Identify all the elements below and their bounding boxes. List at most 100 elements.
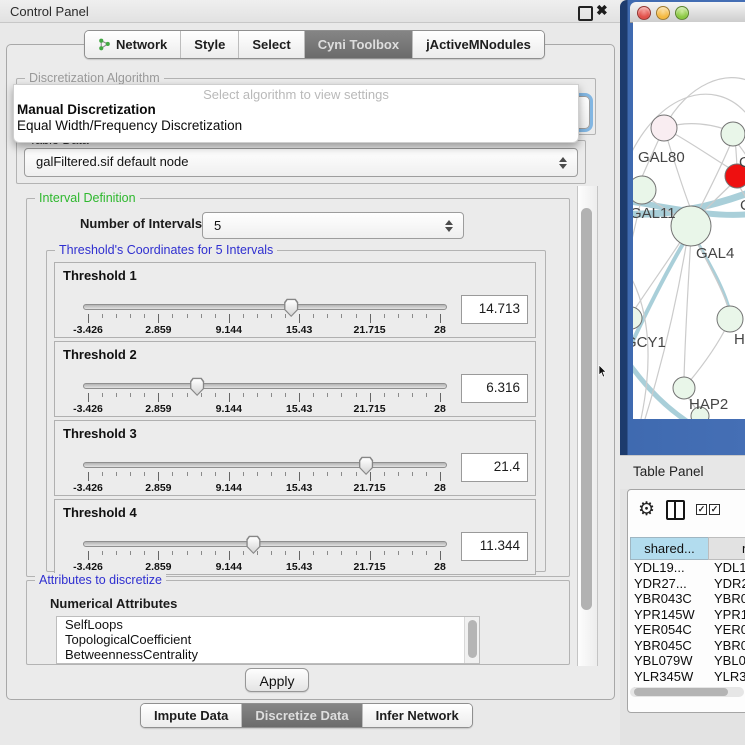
slider-track[interactable]	[83, 462, 447, 468]
scrollbar-thumb[interactable]	[581, 208, 592, 610]
network-graph[interactable]: GAL80GACGAL11GAL4GCY1HAHAP2	[633, 22, 745, 419]
tab-infer-network[interactable]: Infer Network	[362, 704, 472, 727]
network-window-titlebar[interactable]	[630, 2, 745, 23]
close-icon[interactable]: ✖	[596, 2, 608, 19]
table-toolbar: ⚙ ✓ ✓	[628, 490, 745, 534]
horizontal-scrollbar[interactable]	[630, 687, 744, 697]
checkbox-icon[interactable]: ✓	[696, 504, 707, 515]
tab-label: Style	[194, 37, 225, 52]
slider-track[interactable]	[83, 383, 447, 389]
list-scrollbar-thumb[interactable]	[468, 620, 477, 658]
algorithm-popup: Select algorithm to view settings Manual…	[13, 84, 579, 143]
list-item[interactable]: SelfLoops	[57, 617, 479, 632]
column-header-name[interactable]: na	[708, 537, 745, 560]
list-item[interactable]: TopologicalCoefficient	[57, 632, 479, 647]
settings-scrollbar[interactable]	[577, 186, 598, 666]
tab-jactivemnodules[interactable]: jActiveMNodules	[412, 31, 544, 58]
slider-tick-labels: -3.4262.8599.14415.4321.71528	[88, 561, 440, 573]
top-tab-bar: Network Style Select Cyni Toolbox jActiveMNo…	[84, 30, 545, 59]
threshold-slider[interactable]: -3.4262.8599.14415.4321.71528	[83, 538, 445, 568]
threshold-panel: Threshold 3 -3.4262.8599.14415.4321.7152…	[54, 420, 536, 496]
list-item[interactable]: BetweennessCentrality	[57, 647, 479, 662]
cell-shared-name: YBL079W	[634, 653, 707, 668]
threshold-value-field[interactable]: 11.344	[461, 532, 528, 561]
tab-network[interactable]: Network	[85, 31, 180, 58]
tab-label: Select	[252, 37, 290, 52]
threshold-value-field[interactable]: 6.316	[461, 374, 528, 403]
slider-track[interactable]	[83, 541, 447, 547]
network-node[interactable]	[717, 306, 743, 332]
network-view-window: GAL80GACGAL11GAL4GCY1HAHAP2	[620, 0, 745, 455]
network-canvas[interactable]: GAL80GACGAL11GAL4GCY1HAHAP2	[633, 22, 745, 419]
table-row[interactable]: YBL079W YBL0	[630, 653, 745, 669]
threshold-panel: Threshold 1 -3.4262.8599.14415.4321.7152…	[54, 262, 536, 338]
threshold-value-field[interactable]: 14.713	[461, 295, 528, 324]
close-traffic-light[interactable]	[637, 6, 651, 20]
tab-style[interactable]: Style	[180, 31, 238, 58]
apply-button[interactable]: Apply	[245, 668, 309, 692]
threshold-slider[interactable]: -3.4262.8599.14415.4321.71528	[83, 301, 445, 331]
horizontal-scrollbar-thumb[interactable]	[634, 688, 728, 696]
table-row[interactable]: YLR345WYLR3	[630, 669, 745, 685]
threshold-label: Threshold 4	[63, 505, 137, 520]
cell-name: YBL0	[714, 653, 745, 668]
table-data-combo[interactable]: galFiltered.sif default node	[24, 148, 578, 177]
popup-option[interactable]: Manual Discretization	[17, 102, 156, 118]
tab-label: jActiveMNodules	[426, 37, 531, 52]
slider-tick-labels: -3.4262.8599.14415.4321.71528	[88, 403, 440, 415]
panel-title: Control Panel	[10, 4, 89, 19]
cell-name: YPR1	[714, 607, 745, 622]
combo-arrows-icon	[445, 220, 454, 232]
gear-icon[interactable]: ⚙	[638, 498, 655, 521]
threshold-slider[interactable]: -3.4262.8599.14415.4321.71528	[83, 459, 445, 489]
list-scrollbar[interactable]	[464, 617, 479, 663]
network-node[interactable]	[721, 122, 745, 146]
cell-shared-name: YBR045C	[634, 638, 707, 653]
slider-track[interactable]	[83, 304, 447, 310]
checkbox-icon[interactable]: ✓	[709, 504, 720, 515]
column-header-shared-name[interactable]: shared...	[630, 537, 709, 560]
slider-thumb[interactable]	[358, 456, 374, 475]
tab-label: Network	[116, 37, 167, 52]
tab-impute-data[interactable]: Impute Data	[141, 704, 241, 727]
slider-thumb[interactable]	[245, 535, 261, 554]
cell-name: YBR0	[714, 638, 745, 653]
cell-shared-name: YLR345W	[634, 669, 707, 684]
cell-shared-name: YDR27...	[634, 576, 707, 591]
combo-arrows-icon	[559, 157, 568, 169]
table-row[interactable]: YBR045C YBR0	[630, 638, 745, 654]
popup-hint: Select algorithm to view settings	[14, 87, 578, 102]
float-panel-icon[interactable]	[578, 6, 593, 21]
network-node[interactable]	[671, 206, 711, 246]
split-view-icon[interactable]	[666, 500, 685, 520]
table-row[interactable]: YPR145W YPR1	[630, 607, 745, 623]
attributes-items: SelfLoopsTopologicalCoefficientBetweenne…	[57, 617, 479, 662]
table-row[interactable]: YDL19...YDL1	[630, 560, 745, 576]
number-of-intervals-label: Number of Intervals	[80, 216, 202, 231]
minimize-traffic-light[interactable]	[656, 6, 670, 20]
table-row[interactable]: YDR27...YDR2	[630, 576, 745, 592]
slider-ticks	[88, 314, 440, 324]
slider-thumb[interactable]	[189, 377, 205, 396]
threshold-value-field[interactable]: 21.4	[461, 453, 528, 482]
popup-option[interactable]: Equal Width/Frequency Discretization	[17, 118, 242, 134]
tab-cyni-toolbox[interactable]: Cyni Toolbox	[304, 31, 412, 58]
number-of-intervals-combo[interactable]: 5	[202, 212, 464, 239]
group-label: Interval Definition	[35, 191, 140, 205]
thresholds-stack: Threshold 1 -3.4262.8599.14415.4321.7152…	[54, 262, 536, 575]
zoom-traffic-light[interactable]	[675, 6, 689, 20]
network-node[interactable]	[651, 115, 677, 141]
threshold-slider[interactable]: -3.4262.8599.14415.4321.71528	[83, 380, 445, 410]
node-label: HAP2	[689, 396, 728, 413]
slider-thumb[interactable]	[283, 298, 299, 317]
cell-shared-name: YPR145W	[634, 607, 707, 622]
attributes-list[interactable]: SelfLoopsTopologicalCoefficientBetweenne…	[56, 616, 480, 664]
network-node[interactable]	[633, 176, 656, 204]
slider-tick-labels: -3.4262.8599.14415.4321.71528	[88, 482, 440, 494]
table-row[interactable]: YBR043CYBR0	[630, 591, 745, 607]
control-panel-titlebar: Control Panel ✖	[0, 0, 620, 23]
bottom-tab-bar: Impute DataDiscretize DataInfer Network	[140, 703, 473, 728]
tab-discretize-data[interactable]: Discretize Data	[241, 704, 361, 727]
tab-select[interactable]: Select	[238, 31, 303, 58]
table-row[interactable]: YER054CYER0	[630, 622, 745, 638]
